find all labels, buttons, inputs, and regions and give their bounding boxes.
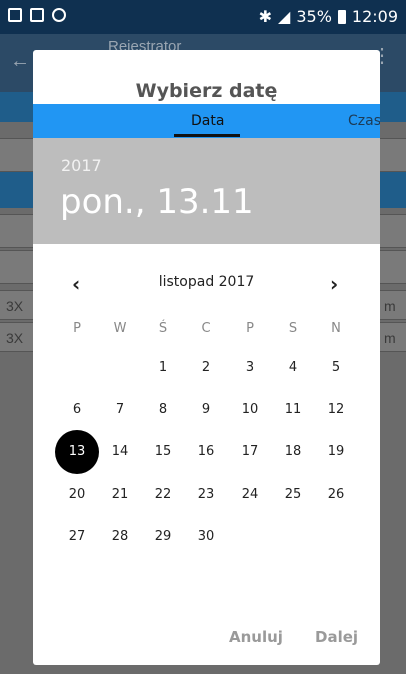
bluetooth-icon: ✱ [258,7,273,26]
selected-day[interactable]: 13 [55,430,99,474]
gallery-icon [8,8,22,22]
calendar-day[interactable]: 28 [98,515,142,559]
calendar-day[interactable]: 12 [314,388,358,432]
row-left-text: 3X [6,298,24,314]
next-button[interactable]: Dalej [315,628,358,646]
status-icons-left [8,8,66,22]
battery-percent: 35% [296,7,332,26]
calendar-day[interactable]: 9 [184,388,228,432]
calendar-day[interactable]: 22 [141,473,185,517]
row-left-text: 3X [6,330,24,346]
weekday-label: C [201,321,211,336]
dialog-title: Wybierz datę [135,80,278,102]
clock: 12:09 [351,7,398,26]
weekday-label: P [73,321,81,336]
weekday-label: S [288,321,298,336]
calendar-day[interactable]: 20 [55,473,99,517]
month-label: listopad 2017 [158,274,255,290]
voicemail-icon [30,8,44,22]
calendar-day[interactable]: 14 [98,430,142,474]
weekday-label: W [113,321,127,336]
status-icons-right: ✱ ◢ 35% 12:09 [259,7,398,26]
calendar-day[interactable]: 10 [228,388,272,432]
calendar-day[interactable]: 16 [184,430,228,474]
sync-icon [52,8,66,22]
calendar-day[interactable]: 18 [271,430,315,474]
tab-date[interactable]: Data [191,113,224,129]
calendar-day[interactable]: 5 [314,346,358,390]
calendar-day[interactable]: 23 [184,473,228,517]
calendar-day[interactable]: 8 [141,388,185,432]
weekday-label: Ś [158,321,168,336]
calendar-day[interactable]: 29 [141,515,185,559]
calendar-day[interactable]: 19 [314,430,358,474]
battery-icon [337,9,346,24]
row-right-text: m [384,298,396,314]
calendar-day[interactable]: 1 [141,346,185,390]
calendar-day[interactable]: 21 [98,473,142,517]
calendar-day[interactable]: 15 [141,430,185,474]
date-picker-dialog: Wybierz datę Data Czas 2017 pon., 13.11 … [33,50,380,665]
weekday-label: P [246,321,254,336]
calendar-day[interactable]: 30 [184,515,228,559]
cancel-button[interactable]: Anuluj [229,628,283,646]
tab-bar: Data Czas [33,104,380,138]
year-label[interactable]: 2017 [61,156,102,175]
calendar-day[interactable]: 4 [271,346,315,390]
active-tab-indicator [174,134,240,137]
calendar-day[interactable]: 7 [98,388,142,432]
calendar-day[interactable]: 25 [271,473,315,517]
calendar-day[interactable]: 26 [314,473,358,517]
calendar-day[interactable]: 6 [55,388,99,432]
signal-icon: ◢ [278,7,291,26]
selected-date-header: 2017 pon., 13.11 [33,138,380,244]
calendar-day[interactable]: 2 [184,346,228,390]
calendar-day[interactable]: 24 [228,473,272,517]
status-bar: ✱ ◢ 35% 12:09 [0,0,406,34]
chevron-right-icon[interactable]: › [330,272,338,296]
calendar-day[interactable]: 27 [55,515,99,559]
row-right-text: m [384,330,396,346]
calendar-day[interactable]: 11 [271,388,315,432]
calendar-day[interactable]: 17 [228,430,272,474]
weekday-label: N [331,321,341,336]
back-arrow-icon: ← [10,50,30,72]
tab-time[interactable]: Czas [348,113,380,129]
calendar-day[interactable]: 3 [228,346,272,390]
selected-date-label: pon., 13.11 [60,182,254,222]
